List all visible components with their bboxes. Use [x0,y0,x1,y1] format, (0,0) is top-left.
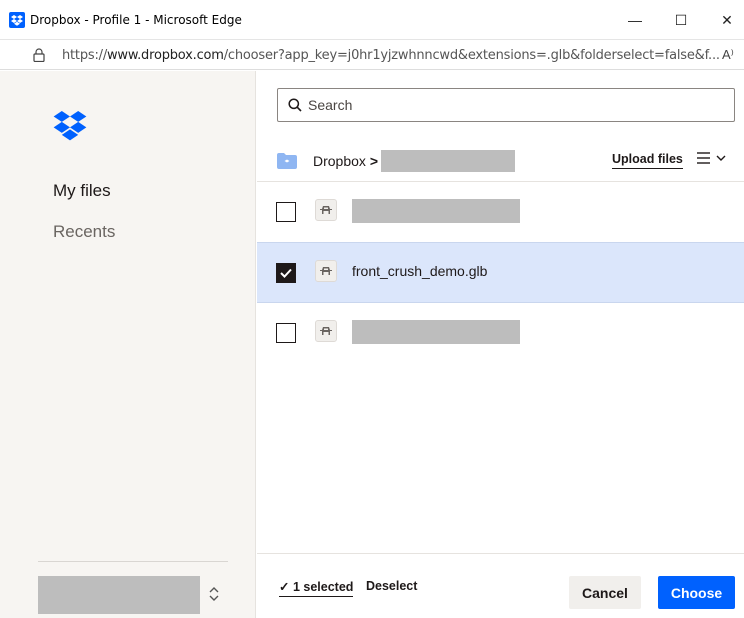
selected-count[interactable]: ✓ 1 selected [279,579,354,597]
minimize-icon: — [628,12,642,28]
file-row[interactable] [257,303,744,364]
url-host: www.dropbox.com [107,48,224,63]
breadcrumb-root[interactable]: Dropbox [313,153,366,169]
row-checkbox[interactable] [276,202,296,222]
read-aloud-icon[interactable]: A⁾ [722,47,734,63]
3d-model-file-icon [315,320,337,342]
sidebar-item-my-files[interactable]: My files [53,181,111,201]
choose-button[interactable]: Choose [658,576,735,609]
file-row[interactable] [257,182,744,243]
dropbox-app-icon [9,12,25,28]
window-titlebar: Dropbox - Profile 1 - Microsoft Edge — ☐… [0,0,744,40]
sidebar-divider [38,561,228,562]
cancel-button[interactable]: Cancel [569,576,641,609]
search-input[interactable] [308,89,728,121]
chevron-updown-icon[interactable] [208,584,220,609]
url-scheme: https:// [62,48,107,63]
sidebar-item-recents[interactable]: Recents [53,222,115,242]
breadcrumb: Dropbox > [277,150,516,172]
maximize-button[interactable]: ☐ [658,6,704,34]
upload-files-link[interactable]: Upload files [612,152,683,169]
minimize-button[interactable]: — [612,6,658,34]
folder-icon [277,153,297,169]
file-row-selected[interactable]: front_crush_demo.glb [257,242,744,303]
row-checkbox-checked[interactable] [276,263,296,283]
close-button[interactable]: ✕ [704,6,744,34]
maximize-icon: ☐ [674,11,688,28]
url-text[interactable]: https://www.dropbox.com/chooser?app_key=… [62,48,720,63]
search-icon [288,98,302,117]
row-checkbox[interactable] [276,323,296,343]
breadcrumb-current-redacted [381,150,516,172]
breadcrumb-separator: > [369,153,379,169]
dropbox-logo-icon[interactable] [53,111,87,146]
file-name[interactable]: front_crush_demo.glb [352,263,487,279]
3d-model-file-icon [315,260,337,282]
file-chooser-main: Dropbox > Upload files front_crush_demo. [257,71,744,618]
3d-model-file-icon [315,199,337,221]
deselect-link[interactable]: Deselect [366,579,417,593]
account-switcher-redacted[interactable] [38,576,200,614]
file-name-redacted [352,320,520,344]
address-bar[interactable]: https://www.dropbox.com/chooser?app_key=… [0,40,744,70]
list-view-icon[interactable] [697,151,727,165]
url-path: /chooser?app_key=j0hr1yjzwhnncwd&extensi… [223,48,720,63]
search-box[interactable] [277,88,735,122]
close-icon: ✕ [721,11,733,28]
file-name-redacted [352,199,520,223]
checkmark-icon [280,268,292,278]
lock-icon[interactable] [33,48,45,67]
chooser-footer: ✓ 1 selected Deselect Cancel Choose [257,553,744,618]
sidebar: My files Recents [0,71,256,618]
window-title: Dropbox - Profile 1 - Microsoft Edge [30,13,242,27]
